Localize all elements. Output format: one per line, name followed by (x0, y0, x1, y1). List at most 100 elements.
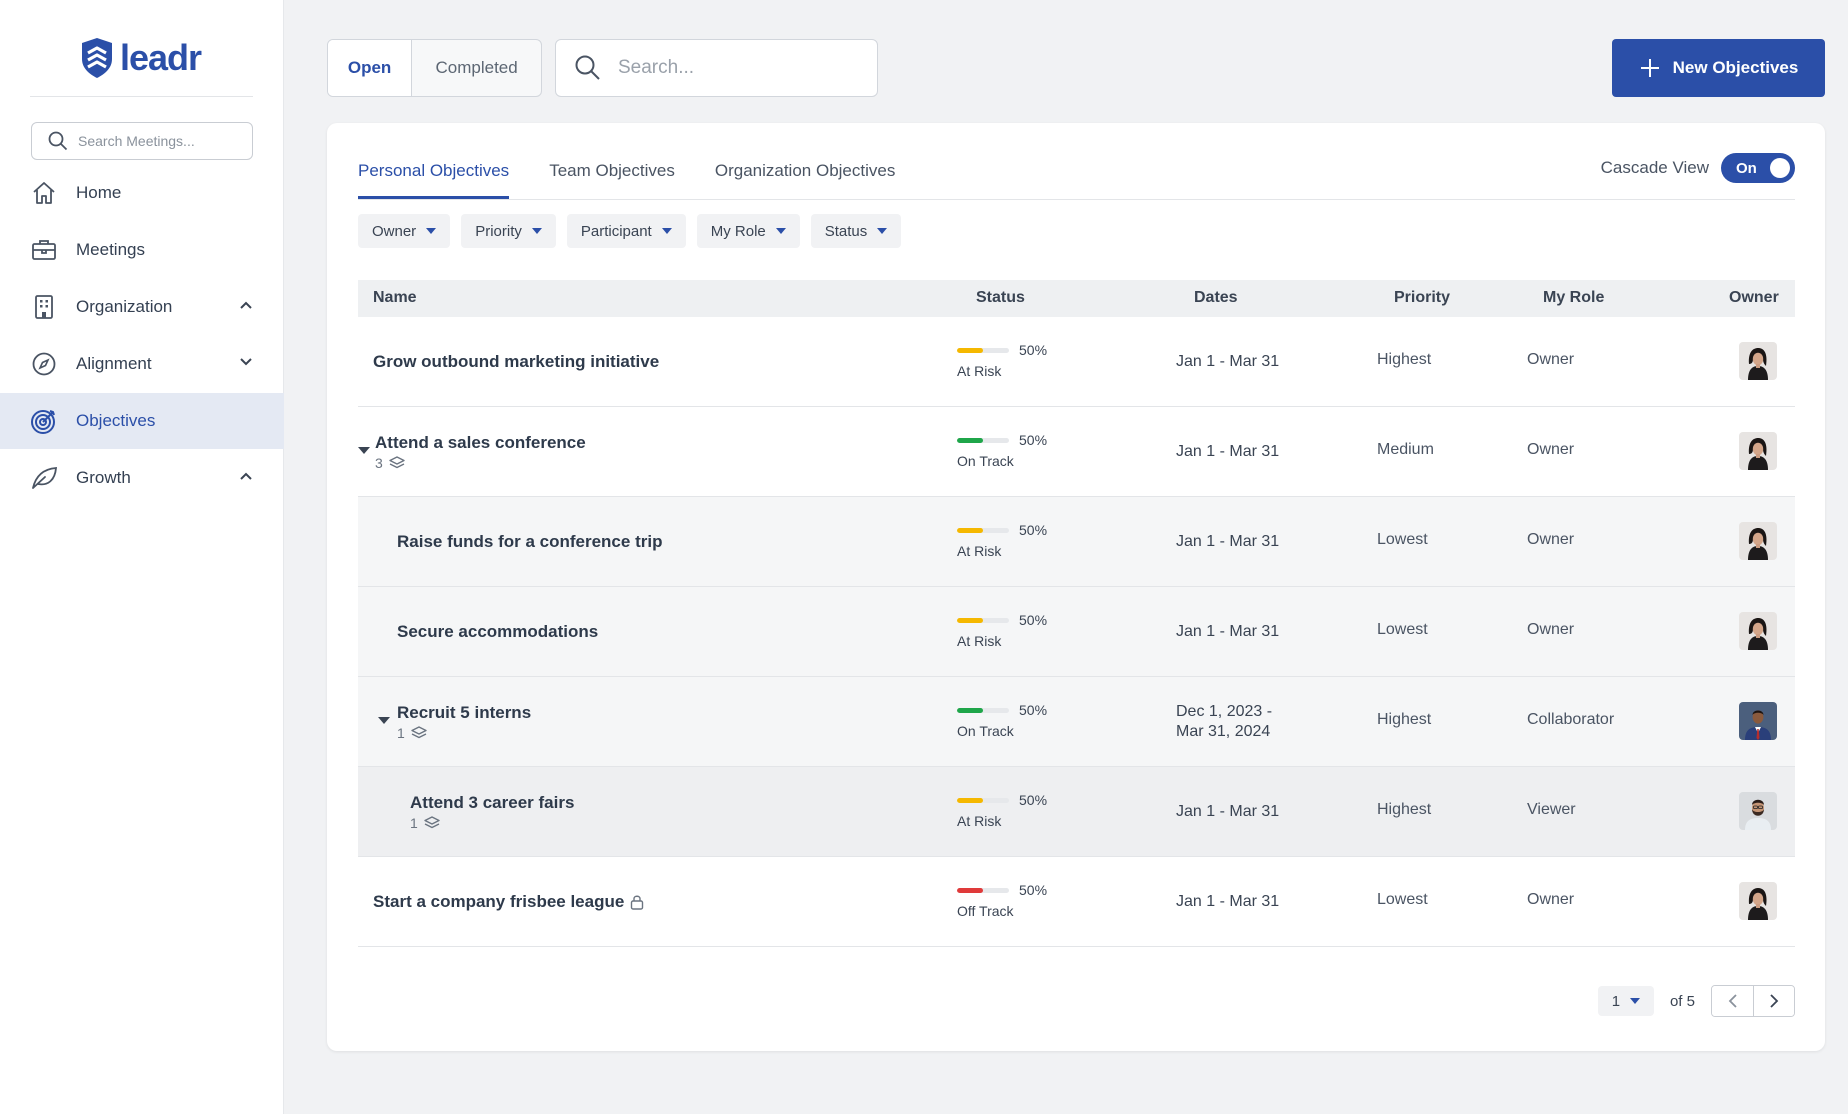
column-my-role[interactable]: My Role (1543, 289, 1604, 307)
filter-label: My Role (710, 222, 766, 240)
dates-cell: Jan 1 - Mar 31 (1176, 317, 1279, 407)
expand-toggle-icon[interactable] (358, 447, 370, 454)
objective-name[interactable]: Start a company frisbee league (373, 892, 624, 912)
objective-name-wrapper: Start a company frisbee league (373, 892, 644, 912)
sidebar-search-input[interactable]: Search Meetings... (31, 122, 253, 160)
status-label: On Track (957, 453, 1014, 469)
tab-organization-objectives[interactable]: Organization Objectives (715, 161, 895, 199)
priority-cell: Lowest (1377, 621, 1428, 638)
objective-name[interactable]: Raise funds for a conference trip (397, 532, 662, 552)
cascade-view-label: Cascade View (1600, 158, 1709, 177)
building-icon (30, 293, 58, 321)
progress-fill (957, 887, 983, 893)
filter-participant[interactable]: Participant (566, 214, 686, 248)
progress-percent: 50% (1019, 792, 1048, 808)
progress-bar (957, 527, 1009, 533)
owner-avatar[interactable] (1739, 702, 1777, 740)
segment-open[interactable]: Open (328, 40, 413, 96)
sidebar-item-objectives[interactable]: Objectives (0, 393, 284, 449)
layers-icon (411, 726, 427, 739)
progress-percent: 50% (1019, 342, 1048, 358)
chevron-up-icon[interactable] (238, 297, 254, 313)
table-row[interactable]: Attend a sales conference 3 50% On Track… (358, 407, 1795, 497)
target-icon (30, 407, 58, 435)
sidebar-item-label: Alignment (76, 354, 152, 373)
filter-label: Participant (580, 222, 652, 240)
date-range-start: Dec 1, 2023 - (1176, 703, 1273, 720)
page-select[interactable]: 1 (1597, 986, 1654, 1016)
owner-avatar[interactable] (1739, 792, 1777, 830)
cascade-view: Cascade View On (1601, 153, 1795, 183)
sidebar-item-alignment[interactable]: Alignment (0, 336, 284, 392)
sidebar-item-label: Meetings (76, 240, 145, 259)
sidebar-item-organization[interactable]: Organization (0, 279, 284, 335)
date-range-end: Mar 31, 2024 (1176, 723, 1271, 740)
progress-bar (957, 617, 1009, 623)
tab-personal-objectives[interactable]: Personal Objectives (358, 161, 510, 199)
owner-avatar[interactable] (1739, 342, 1777, 380)
table-row[interactable]: Secure accommodations 50% At Risk Jan 1 … (358, 587, 1795, 677)
status-cell: 50% At Risk (957, 522, 1047, 559)
role-cell: Owner (1527, 621, 1575, 638)
column-priority[interactable]: Priority (1394, 289, 1450, 307)
objective-name[interactable]: Attend a sales conference (375, 433, 586, 453)
filter-owner[interactable]: Owner (358, 214, 451, 248)
new-objectives-button[interactable]: New Objectives (1612, 39, 1825, 97)
status-cell: 50% On Track (957, 702, 1047, 739)
divider (30, 96, 253, 97)
sidebar-item-label: Growth (76, 468, 131, 487)
owner-avatar[interactable] (1739, 612, 1777, 650)
table-row[interactable]: Recruit 5 interns 1 50% On Track Dec 1, … (358, 677, 1795, 767)
table-row[interactable]: Raise funds for a conference trip 50% At… (358, 497, 1795, 587)
chevron-right-icon (1770, 994, 1779, 1008)
progress-percent: 50% (1019, 702, 1048, 718)
segment-completed[interactable]: Completed (412, 40, 541, 96)
plus-icon (1640, 59, 1659, 77)
sidebar-item-meetings[interactable]: Meetings (0, 222, 284, 278)
owner-avatar[interactable] (1739, 522, 1777, 560)
progress-fill (957, 347, 983, 353)
briefcase-icon (30, 236, 58, 264)
table-row[interactable]: Start a company frisbee league 50% Off T… (358, 857, 1795, 947)
progress-fill (957, 527, 983, 533)
search-input[interactable] (618, 57, 858, 79)
role-cell: Owner (1527, 351, 1575, 368)
column-status[interactable]: Status (976, 289, 1025, 307)
objective-name[interactable]: Secure accommodations (397, 622, 598, 642)
expand-toggle-icon[interactable] (378, 717, 390, 724)
filter-status[interactable]: Status (810, 214, 902, 248)
table-row[interactable]: Grow outbound marketing initiative 50% A… (358, 317, 1795, 407)
sidebar-item-growth[interactable]: Growth (0, 450, 284, 506)
filter-label: Owner (372, 222, 417, 240)
table-row[interactable]: Attend 3 career fairs 1 50% At Risk Jan … (358, 767, 1795, 857)
date-range: Jan 1 - Mar 31 (1176, 353, 1280, 370)
objective-name[interactable]: Recruit 5 interns (397, 703, 531, 723)
objective-name[interactable]: Grow outbound marketing initiative (373, 352, 659, 372)
cascade-view-toggle[interactable]: On (1721, 153, 1795, 183)
leadr-logo[interactable]: leadr (80, 36, 202, 80)
previous-page-button[interactable] (1712, 986, 1753, 1016)
progress-percent: 50% (1019, 882, 1048, 898)
column-name[interactable]: Name (373, 289, 417, 307)
column-owner[interactable]: Owner (1729, 289, 1779, 307)
objective-name-cell: Start a company frisbee league (373, 857, 644, 947)
progress-bar (957, 347, 1009, 353)
toggle-knob (1770, 158, 1790, 178)
column-dates[interactable]: Dates (1194, 289, 1238, 307)
search-icon (48, 131, 68, 151)
owner-avatar[interactable] (1739, 882, 1777, 920)
role-cell: Viewer (1527, 801, 1576, 818)
filter-my-role[interactable]: My Role (696, 214, 800, 248)
owner-avatar[interactable] (1739, 432, 1777, 470)
status-label: On Track (957, 723, 1014, 739)
tab-team-objectives[interactable]: Team Objectives (549, 161, 675, 199)
next-page-button[interactable] (1753, 986, 1794, 1016)
sidebar-item-home[interactable]: Home (0, 165, 284, 221)
filter-priority[interactable]: Priority (461, 214, 556, 248)
compass-icon (30, 350, 58, 378)
filter-label: Status (824, 222, 868, 240)
objective-name[interactable]: Attend 3 career fairs (410, 793, 574, 813)
chevron-up-icon[interactable] (238, 468, 254, 484)
progress-bar (957, 887, 1009, 893)
chevron-down-icon[interactable] (238, 354, 254, 370)
